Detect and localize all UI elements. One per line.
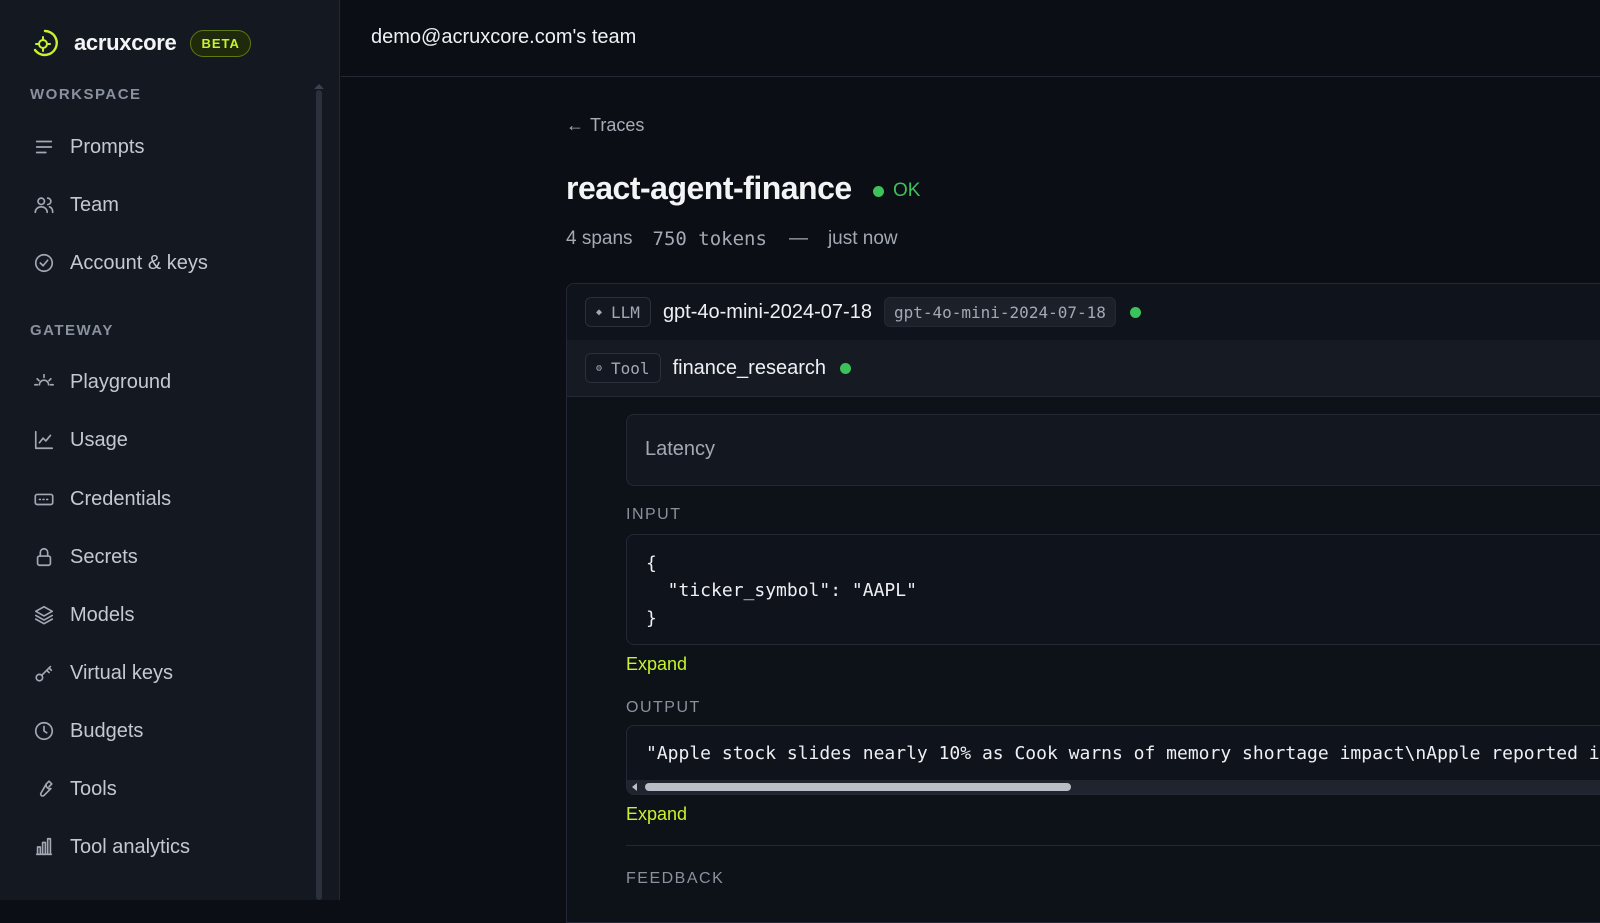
code-line: { xyxy=(646,553,657,574)
sidebar-item-playground[interactable]: Playground xyxy=(32,362,171,402)
code-line: } xyxy=(646,608,657,629)
latency-card: Latency xyxy=(626,414,1600,486)
span-row-llm[interactable]: ◆ LLM gpt-4o-mini-2024-07-18 gpt-4o-mini… xyxy=(567,284,1600,340)
sidebar-scroll-up-arrow[interactable] xyxy=(314,84,324,89)
sidebar-scrollbar[interactable] xyxy=(316,90,322,900)
key-icon xyxy=(32,661,56,685)
model-chip: gpt-4o-mini-2024-07-18 xyxy=(883,297,1116,327)
span-name: gpt-4o-mini-2024-07-18 xyxy=(662,300,872,323)
sidebar-item-label: Models xyxy=(70,603,135,626)
status-dot-icon xyxy=(873,185,884,197)
trace-time: just now xyxy=(827,228,898,249)
sidebar-item-tools[interactable]: Tools xyxy=(32,769,117,809)
status-dot-icon xyxy=(1129,306,1141,318)
back-to-traces-link[interactable]: ← Traces xyxy=(566,115,644,136)
users-icon xyxy=(32,193,56,217)
diamond-icon: ◆ xyxy=(596,306,603,318)
layers-icon xyxy=(32,603,56,627)
span-kind-label: Tool xyxy=(611,358,650,378)
trace-meta: 4 spans 750 tokens — just now xyxy=(566,228,898,250)
feedback-label: FEEDBACK xyxy=(626,870,725,887)
card-icon xyxy=(32,487,56,511)
sidebar-item-team[interactable]: Team xyxy=(32,185,119,225)
input-label: INPUT xyxy=(626,506,682,523)
bar-chart-icon xyxy=(32,835,56,859)
check-circle-icon xyxy=(32,251,56,275)
scrollbar-thumb[interactable] xyxy=(645,783,1071,791)
gateway-section-title: GATEWAY xyxy=(30,322,114,339)
trace-title: react-agent-finance xyxy=(566,170,852,206)
output-label: OUTPUT xyxy=(626,699,701,716)
span-kind-badge: ⚙ Tool xyxy=(585,353,661,383)
expand-output-button[interactable]: Expand xyxy=(626,804,687,825)
line-chart-icon xyxy=(32,428,56,452)
status-dot-icon xyxy=(840,362,851,374)
sidebar-item-label: Virtual keys xyxy=(70,661,174,684)
sidebar-item-credentials[interactable]: Credentials xyxy=(32,479,171,519)
sidebar-item-usage[interactable]: Usage xyxy=(32,420,128,460)
sidebar-item-label: Credentials xyxy=(70,487,172,510)
input-code-block: { "ticker_symbol": "AAPL" } xyxy=(626,534,1600,645)
sidebar-item-label: Secrets xyxy=(70,545,138,568)
code-line: "Apple stock slides nearly 10% as Cook w… xyxy=(646,743,1600,764)
sidebar-item-label: Playground xyxy=(70,370,172,393)
code-line: "ticker_symbol": "AAPL" xyxy=(646,580,917,601)
sidebar-item-label: Budgets xyxy=(70,719,144,742)
output-code-block: "Apple stock slides nearly 10% as Cook w… xyxy=(626,725,1600,795)
token-count: 750 tokens xyxy=(652,228,767,250)
sidebar-item-label: Tools xyxy=(70,777,117,800)
team-switcher[interactable]: demo@acruxcore.com's team xyxy=(371,26,636,49)
sidebar-item-label: Usage xyxy=(70,428,128,451)
status-label: OK xyxy=(893,180,921,201)
sun-icon xyxy=(32,370,56,394)
sidebar: acruxcore BETA WORKSPACE Prompts Team Ac… xyxy=(0,0,340,900)
expand-input-button[interactable]: Expand xyxy=(626,654,687,675)
back-link-label: Traces xyxy=(590,115,645,135)
lock-icon xyxy=(32,545,56,569)
wrench-icon xyxy=(32,777,56,801)
meta-separator: — xyxy=(788,228,808,249)
sidebar-item-label: Account & keys xyxy=(70,251,208,274)
sidebar-item-budgets[interactable]: Budgets xyxy=(32,711,143,751)
span-row-tool[interactable]: ⚙ Tool finance_research xyxy=(567,340,1600,397)
span-kind-badge: ◆ LLM xyxy=(585,297,651,327)
sidebar-item-tool-analytics[interactable]: Tool analytics xyxy=(32,827,190,867)
arrow-left-icon: ← xyxy=(566,115,584,135)
span-count: 4 spans xyxy=(566,228,633,249)
status-badge: OK xyxy=(873,180,920,202)
span-kind-label: LLM xyxy=(611,302,640,322)
beta-badge: BETA xyxy=(190,29,251,57)
sidebar-item-label: Prompts xyxy=(70,135,145,158)
divider xyxy=(626,845,1600,846)
workspace-section-title: WORKSPACE xyxy=(30,86,142,103)
span-tree-panel: ◆ LLM gpt-4o-mini-2024-07-18 gpt-4o-mini… xyxy=(566,283,1600,923)
sidebar-item-virtual-keys[interactable]: Virtual keys xyxy=(32,653,173,693)
sidebar-item-label: Tool analytics xyxy=(70,835,191,858)
gear-icon: ⚙ xyxy=(596,362,603,374)
sidebar-item-prompts[interactable]: Prompts xyxy=(32,127,144,167)
span-name: finance_research xyxy=(672,356,826,379)
list-icon xyxy=(32,135,56,159)
scroll-left-arrow[interactable] xyxy=(632,783,637,791)
output-horizontal-scrollbar[interactable] xyxy=(627,780,1600,794)
latency-label: Latency xyxy=(645,438,716,460)
sidebar-item-label: Team xyxy=(70,193,119,216)
sidebar-item-account-keys[interactable]: Account & keys xyxy=(32,243,208,283)
sidebar-item-secrets[interactable]: Secrets xyxy=(32,537,138,577)
sidebar-item-models[interactable]: Models xyxy=(32,595,134,635)
brand-name: acruxcore xyxy=(74,30,177,55)
top-bar: demo@acruxcore.com's team xyxy=(341,0,1600,77)
logo-icon xyxy=(30,28,60,58)
clock-icon xyxy=(32,719,56,743)
brand[interactable]: acruxcore BETA xyxy=(30,28,251,58)
